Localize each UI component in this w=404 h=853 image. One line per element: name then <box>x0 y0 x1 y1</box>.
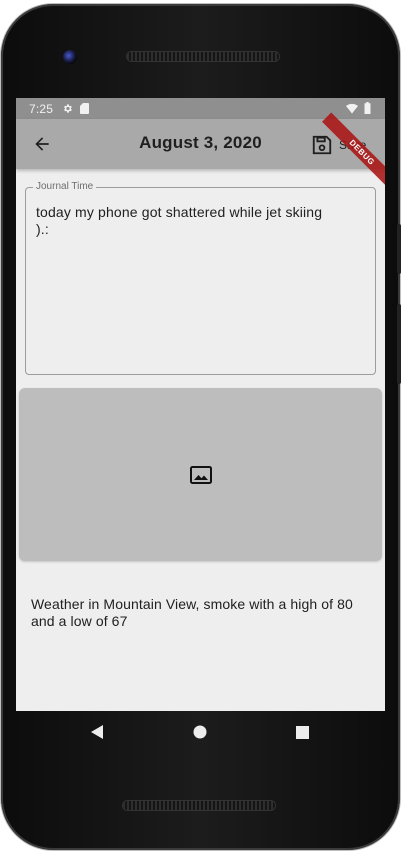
device-screen: 7:25 August 3, 2020 Save <box>16 98 385 711</box>
status-right-icons <box>346 102 371 117</box>
back-button[interactable] <box>30 132 54 156</box>
journal-field-label: Journal Time <box>33 181 97 192</box>
front-camera <box>63 50 77 64</box>
nav-back-button[interactable] <box>87 722 107 742</box>
image-placeholder[interactable] <box>19 388 382 561</box>
back-triangle-icon <box>91 725 103 739</box>
bottom-speaker <box>123 801 275 810</box>
journal-field[interactable]: Journal Time today my phone got shattere… <box>25 181 376 375</box>
status-time: 7:25 <box>29 101 54 116</box>
image-icon <box>189 465 212 484</box>
nav-home-button[interactable] <box>190 722 210 742</box>
arrow-back-icon <box>35 137 49 151</box>
save-icon <box>312 135 332 155</box>
wifi-icon <box>346 103 358 117</box>
navigation-bar <box>16 711 385 753</box>
recents-square-icon <box>295 725 309 739</box>
earpiece-speaker <box>127 52 279 61</box>
home-circle-icon <box>193 725 207 739</box>
sd-card-icon <box>80 103 90 114</box>
nav-recents-button[interactable] <box>292 722 312 742</box>
power-button <box>397 224 401 274</box>
gear-icon <box>62 103 73 114</box>
app-bar: August 3, 2020 Save DEBUG <box>16 112 385 193</box>
weather-text: Weather in Mountain View, smoke with a h… <box>31 596 353 629</box>
journal-text[interactable]: today my phone got shattered while jet s… <box>36 204 366 238</box>
volume-button <box>397 304 401 384</box>
battery-icon <box>364 102 371 117</box>
